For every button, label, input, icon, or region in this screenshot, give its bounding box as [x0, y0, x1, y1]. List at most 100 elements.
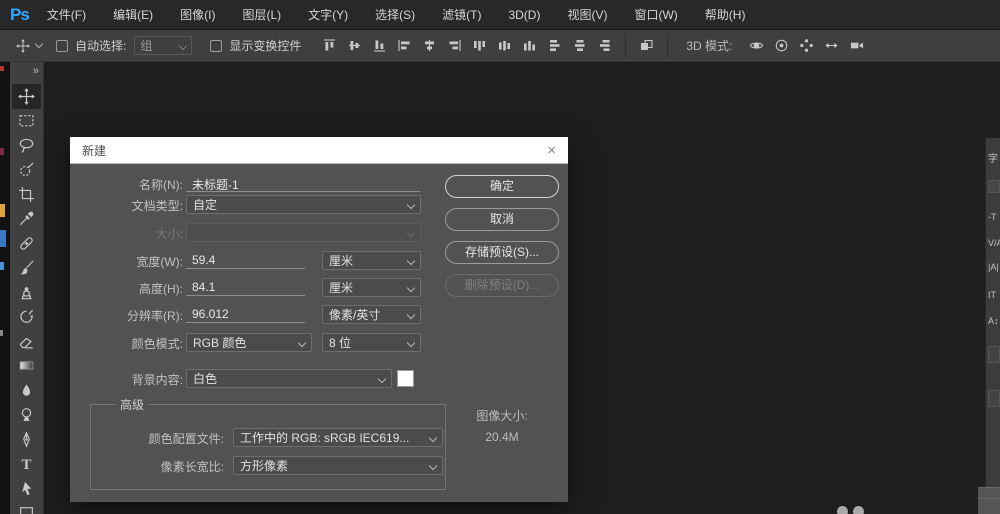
- bit-depth-dropdown[interactable]: 8 位: [322, 333, 421, 352]
- distribute-vertical-centers-icon[interactable]: [492, 34, 517, 58]
- background-dot: [853, 506, 864, 514]
- color-mode-row: 颜色模式: RGB 颜色 8 位: [70, 333, 568, 352]
- pixel-ratio-label: 像素长宽比:: [161, 458, 224, 475]
- doc-type-value: 自定: [193, 196, 217, 213]
- auto-align-layers-icon[interactable]: [634, 34, 659, 58]
- dodge-tool[interactable]: [10, 403, 43, 428]
- brush-tool[interactable]: [10, 256, 43, 281]
- show-transform-controls-label: 显示变换控件: [229, 37, 301, 54]
- align-left-edges-icon[interactable]: [392, 34, 417, 58]
- move-tool[interactable]: [12, 84, 41, 109]
- separator: [625, 34, 626, 58]
- menu-file[interactable]: 文件(F): [47, 6, 86, 23]
- background-dropdown[interactable]: 白色: [186, 369, 392, 388]
- height-unit-dropdown[interactable]: 厘米: [322, 278, 421, 297]
- panel-button-fragment[interactable]: [988, 346, 1000, 363]
- color-mode-dropdown[interactable]: RGB 颜色: [186, 333, 312, 352]
- menu-filter[interactable]: 滤镜(T): [442, 6, 481, 23]
- menu-view[interactable]: 视图(V): [567, 6, 607, 23]
- 3d-camera-icon[interactable]: [844, 34, 869, 58]
- show-transform-controls-checkbox[interactable]: [210, 40, 222, 52]
- distribute-top-edges-icon[interactable]: [467, 34, 492, 58]
- pen-tool[interactable]: [10, 427, 43, 452]
- pixel-ratio-dropdown[interactable]: 方形像素: [233, 456, 443, 475]
- align-bottom-edges-icon[interactable]: [367, 34, 392, 58]
- color-profile-value: 工作中的 RGB: sRGB IEC619...: [240, 429, 409, 446]
- eyedropper-tool[interactable]: [10, 207, 43, 232]
- photoshop-window: Ps 文件(F) 编辑(E) 图像(I) 图层(L) 文字(Y) 选择(S) 滤…: [0, 0, 1000, 514]
- cancel-button[interactable]: 取消: [445, 208, 559, 231]
- spot-healing-brush-tool[interactable]: [10, 231, 43, 256]
- crop-tool[interactable]: [10, 182, 43, 207]
- 3d-roll-icon[interactable]: [769, 34, 794, 58]
- chevron-down-icon: [429, 433, 437, 441]
- move-tool-preset[interactable]: [16, 39, 42, 53]
- tracking-icon: |A|: [988, 262, 999, 272]
- menu-window[interactable]: 窗口(W): [634, 6, 677, 23]
- character-panel-tab[interactable]: 字: [988, 150, 998, 165]
- quick-selection-tool[interactable]: [10, 158, 43, 183]
- baseline-shift-icon: A↕: [988, 316, 999, 326]
- path-selection-tool[interactable]: [10, 476, 43, 501]
- distribute-left-edges-icon[interactable]: [542, 34, 567, 58]
- vertical-scale-icon: IT: [988, 290, 996, 300]
- align-horizontal-centers-icon[interactable]: [417, 34, 442, 58]
- dialog-titlebar[interactable]: 新建 ×: [70, 137, 568, 164]
- panel-button-fragment[interactable]: [988, 390, 1000, 407]
- eraser-tool[interactable]: [10, 329, 43, 354]
- chevron-down-icon: [407, 200, 415, 208]
- width-input[interactable]: 59.4: [186, 251, 305, 269]
- dialog-title: 新建: [82, 142, 106, 159]
- clone-stamp-tool[interactable]: [10, 280, 43, 305]
- menu-edit[interactable]: 编辑(E): [113, 6, 153, 23]
- 3d-slide-icon[interactable]: [819, 34, 844, 58]
- photoshop-logo: Ps: [10, 5, 29, 25]
- menu-3d[interactable]: 3D(D): [508, 8, 540, 22]
- history-brush-tool[interactable]: [10, 305, 43, 330]
- background-color-swatch[interactable]: [397, 370, 414, 387]
- chevron-down-icon: [407, 338, 415, 346]
- align-vertical-centers-icon[interactable]: [342, 34, 367, 58]
- collapse-panel-icon[interactable]: »: [10, 62, 43, 84]
- blur-tool[interactable]: [10, 378, 43, 403]
- menu-image[interactable]: 图像(I): [180, 6, 215, 23]
- resolution-unit-dropdown[interactable]: 像素/英寸: [322, 305, 421, 324]
- doc-type-dropdown[interactable]: 自定: [186, 195, 421, 214]
- color-profile-dropdown[interactable]: 工作中的 RGB: sRGB IEC619...: [233, 428, 443, 447]
- horizontal-type-tool[interactable]: T: [10, 452, 43, 477]
- menu-bar: Ps 文件(F) 编辑(E) 图像(I) 图层(L) 文字(Y) 选择(S) 滤…: [0, 0, 1000, 30]
- width-unit-dropdown[interactable]: 厘米: [322, 251, 421, 270]
- menu-type[interactable]: 文字(Y): [308, 6, 348, 23]
- chevron-down-icon: [407, 228, 415, 236]
- size-dropdown: [186, 223, 421, 242]
- align-top-edges-icon[interactable]: [317, 34, 342, 58]
- 3d-drag-icon[interactable]: [794, 34, 819, 58]
- distribute-right-edges-icon[interactable]: [592, 34, 617, 58]
- resolution-input[interactable]: 96.012: [186, 305, 305, 323]
- auto-select-target-dropdown[interactable]: 组: [134, 36, 192, 55]
- bit-depth-value: 8 位: [329, 334, 351, 351]
- advanced-label[interactable]: 高级: [115, 396, 149, 413]
- height-input[interactable]: 84.1: [186, 278, 305, 296]
- name-input[interactable]: 未标题-1: [186, 174, 420, 192]
- save-preset-button[interactable]: 存储预设(S)...: [445, 241, 559, 264]
- font-field-fragment[interactable]: [988, 180, 1000, 193]
- gradient-tool[interactable]: [10, 354, 43, 379]
- distribute-horizontal-centers-icon[interactable]: [567, 34, 592, 58]
- auto-select-checkbox[interactable]: [56, 40, 68, 52]
- menu-select[interactable]: 选择(S): [375, 6, 415, 23]
- menu-help[interactable]: 帮助(H): [705, 6, 746, 23]
- desktop-icon-fragment: [0, 148, 4, 155]
- background-dot: [837, 506, 848, 514]
- menu-layer[interactable]: 图层(L): [242, 6, 281, 23]
- align-right-edges-icon[interactable]: [442, 34, 467, 58]
- rectangular-marquee-tool[interactable]: [10, 109, 43, 134]
- auto-select-label: 自动选择:: [75, 37, 126, 54]
- 3d-rotate-icon[interactable]: [744, 34, 769, 58]
- close-icon[interactable]: ×: [547, 143, 556, 158]
- distribute-bottom-edges-icon[interactable]: [517, 34, 542, 58]
- ok-button[interactable]: 确定: [445, 175, 559, 198]
- rectangle-shape-tool[interactable]: [10, 501, 43, 514]
- lasso-tool[interactable]: [10, 133, 43, 158]
- panel-footer-fragment: [978, 487, 1000, 514]
